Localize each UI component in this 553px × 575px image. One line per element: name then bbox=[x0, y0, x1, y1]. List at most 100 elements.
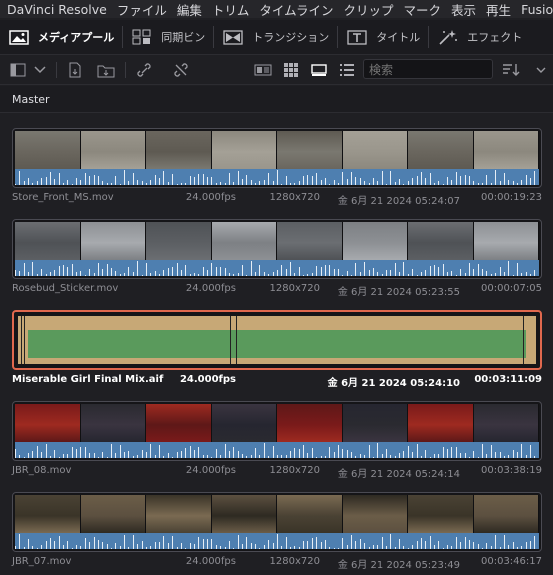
tab-effects[interactable]: エフェクト bbox=[429, 20, 530, 54]
clip-item-selected[interactable]: Miserable Girl Final Mix.aif 24.000fps 金… bbox=[12, 310, 542, 389]
new-bin-icon[interactable] bbox=[97, 62, 115, 78]
chevron-down-icon[interactable] bbox=[532, 62, 550, 78]
menu-app[interactable]: DaVinci Resolve bbox=[7, 2, 107, 17]
waveform-tick bbox=[394, 181, 396, 185]
waveform-tick bbox=[447, 272, 449, 276]
waveform-tick bbox=[359, 178, 361, 185]
waveform-tick bbox=[246, 456, 248, 458]
clip-fps: 24.000fps bbox=[185, 192, 236, 203]
relink-icon[interactable] bbox=[135, 62, 153, 78]
sort-icon[interactable] bbox=[502, 62, 520, 78]
tab-titles[interactable]: タイトル bbox=[338, 20, 428, 54]
waveform-tick bbox=[54, 450, 56, 458]
waveform-tick bbox=[451, 546, 453, 549]
clip-metadata: Miserable Girl Final Mix.aif 24.000fps 金… bbox=[12, 374, 542, 389]
clip-thumbnail[interactable] bbox=[12, 310, 542, 370]
thumbnail-view-icon[interactable] bbox=[282, 62, 300, 78]
waveform-tick bbox=[63, 454, 64, 458]
tab-effects-label: エフェクト bbox=[467, 31, 523, 44]
waveform-tick bbox=[316, 456, 318, 458]
waveform-tick bbox=[93, 452, 95, 458]
waveform-tick bbox=[420, 455, 422, 458]
waveform-tick bbox=[316, 536, 318, 549]
waveform-tick bbox=[255, 544, 257, 549]
filmstrip-frame bbox=[15, 404, 81, 442]
unlink-icon[interactable] bbox=[172, 62, 190, 78]
waveform-tick bbox=[185, 547, 187, 549]
metadata-view-icon[interactable] bbox=[254, 62, 272, 78]
waveform-tick bbox=[268, 172, 270, 185]
waveform-tick bbox=[407, 547, 409, 549]
waveform-tick bbox=[403, 451, 405, 458]
waveform-tick bbox=[202, 267, 204, 276]
waveform-tick bbox=[185, 447, 187, 458]
effects-icon bbox=[437, 29, 459, 45]
waveform-tick bbox=[359, 272, 361, 276]
tab-transitions[interactable]: トランジション bbox=[214, 20, 337, 54]
waveform-tick bbox=[172, 173, 174, 185]
clip-item[interactable]: Store_Front_MS.mov 24.000fps 1280x720 金 … bbox=[12, 128, 542, 207]
strip-view-icon[interactable] bbox=[310, 62, 328, 78]
waveform-tick bbox=[516, 263, 518, 276]
clip-thumbnail[interactable] bbox=[12, 219, 542, 279]
filmstrip-frame bbox=[146, 495, 212, 533]
waveform-tick bbox=[189, 274, 191, 276]
waveform-tick bbox=[464, 536, 466, 549]
waveform-tick bbox=[80, 180, 82, 185]
tab-media-pool[interactable]: メディアプール bbox=[0, 20, 122, 54]
waveform-tick bbox=[119, 546, 121, 549]
waveform-tick bbox=[364, 543, 366, 549]
waveform-tick bbox=[163, 535, 165, 549]
waveform-tick bbox=[263, 544, 265, 549]
waveform-tick bbox=[377, 181, 379, 185]
waveform-tick bbox=[141, 274, 143, 276]
menu-edit[interactable]: 編集 bbox=[177, 0, 202, 18]
waveform-tick bbox=[137, 544, 139, 549]
waveform-tick bbox=[145, 452, 147, 458]
menu-timeline[interactable]: タイムライン bbox=[259, 0, 333, 18]
waveform-tick bbox=[399, 272, 401, 276]
waveform-tick bbox=[128, 451, 130, 458]
menu-fusion[interactable]: Fusion bbox=[521, 2, 553, 17]
chevron-down-icon[interactable] bbox=[31, 62, 49, 78]
tab-sync-bin[interactable]: 同期ビン bbox=[123, 20, 213, 54]
audio-waveform bbox=[15, 533, 539, 549]
clip-thumbnail[interactable] bbox=[12, 128, 542, 188]
clip-item[interactable]: JBR_08.mov 24.000fps 1280x720 金 6月 21 20… bbox=[12, 401, 542, 480]
waveform-tick bbox=[224, 547, 226, 549]
waveform-tick bbox=[224, 268, 226, 276]
filmstrip-frame bbox=[408, 495, 474, 533]
waveform-tick bbox=[530, 274, 532, 276]
clip-thumbnail[interactable] bbox=[12, 401, 542, 461]
bin-name[interactable]: Master bbox=[12, 93, 50, 106]
waveform-tick bbox=[438, 541, 440, 549]
waveform-tick bbox=[163, 170, 165, 185]
waveform-tick bbox=[407, 274, 409, 276]
menu-playback[interactable]: 再生 bbox=[486, 0, 511, 18]
clip-item[interactable]: JBR_07.mov 24.000fps 1280x720 金 6月 21 20… bbox=[12, 492, 542, 571]
waveform-tick bbox=[521, 443, 523, 458]
menu-file[interactable]: ファイル bbox=[117, 0, 167, 18]
menu-view[interactable]: 表示 bbox=[451, 0, 476, 18]
bin-header: Master bbox=[0, 86, 553, 113]
waveform-tick bbox=[316, 172, 318, 185]
waveform-tick bbox=[473, 542, 475, 549]
waveform-tick bbox=[154, 175, 156, 185]
waveform-tick bbox=[211, 263, 213, 276]
audio-marker bbox=[21, 316, 23, 364]
waveform-tick bbox=[89, 269, 91, 276]
sidebar-toggle-icon[interactable] bbox=[9, 62, 27, 78]
clip-thumbnail[interactable] bbox=[12, 492, 542, 552]
waveform-tick bbox=[63, 182, 64, 185]
import-media-icon[interactable] bbox=[66, 62, 84, 78]
search-input[interactable] bbox=[363, 59, 493, 79]
menu-clip[interactable]: クリップ bbox=[344, 0, 394, 18]
waveform-tick bbox=[237, 534, 239, 549]
audio-clip-body bbox=[18, 316, 536, 364]
waveform-tick bbox=[36, 547, 38, 549]
menu-mark[interactable]: マーク bbox=[404, 0, 442, 18]
menu-trim[interactable]: トリム bbox=[212, 0, 250, 18]
clip-item[interactable]: Rosebud_Sticker.mov 24.000fps 1280x720 金… bbox=[12, 219, 542, 298]
list-view-icon[interactable] bbox=[338, 62, 356, 78]
waveform-tick bbox=[54, 540, 56, 549]
